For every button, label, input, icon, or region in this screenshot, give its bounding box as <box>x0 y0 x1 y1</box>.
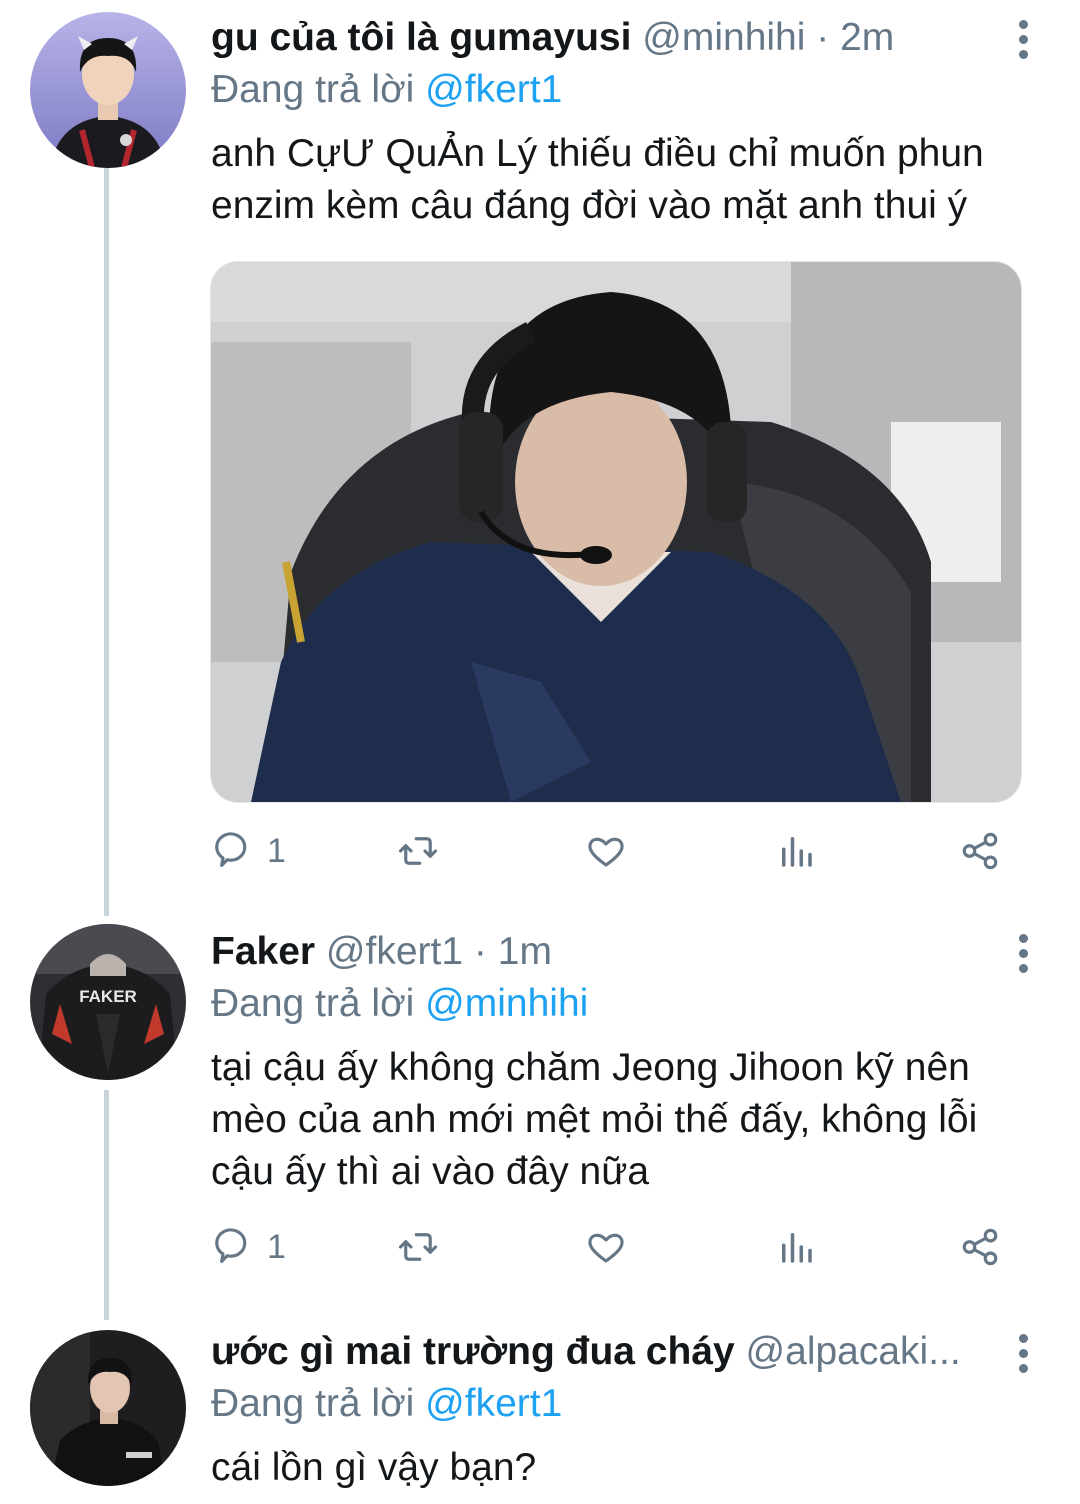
reply-mention[interactable]: @fkert1 <box>425 1382 562 1425</box>
reply-mention[interactable]: @fkert1 <box>425 68 562 111</box>
tweet-text: cái lồn gì vậy bạn? <box>211 1446 537 1489</box>
more-vertical-icon[interactable] <box>1016 20 1030 60</box>
like-button[interactable] <box>585 826 627 876</box>
avatar[interactable] <box>30 1330 186 1486</box>
heart-icon <box>588 837 624 867</box>
reply-icon <box>215 832 247 867</box>
reply-button[interactable]: 1 <box>215 1222 286 1272</box>
analytics-icon <box>782 837 812 867</box>
tweet-header: ước gì mai trường đua cháy @alpacaki... <box>211 1322 990 1382</box>
more-vertical-icon[interactable] <box>1016 1334 1030 1374</box>
separator-dot: · <box>473 930 487 973</box>
retweet-icon <box>398 837 438 865</box>
tweet[interactable]: ước gì mai trường đua cháy @alpacaki... … <box>0 1322 1080 1504</box>
tweet-header: gu của tôi là gumayusi @minhihi · 2m <box>211 8 990 68</box>
reply-count: 1 <box>267 1227 286 1266</box>
reply-context: Đang trả lời @minhihi <box>211 974 588 1034</box>
avatar[interactable]: FAKER <box>30 924 186 1080</box>
reply-context: Đang trả lời @fkert1 <box>211 1374 562 1434</box>
tweet[interactable]: FAKER Faker @fkert1 · 1m Đang trả lời @m… <box>0 922 1080 1292</box>
reply-button[interactable]: 1 <box>215 826 286 876</box>
reply-icon <box>215 1228 247 1263</box>
analytics-button[interactable] <box>775 1222 817 1272</box>
display-name[interactable]: Faker <box>211 930 315 973</box>
timestamp[interactable]: 2m <box>840 16 894 59</box>
display-name[interactable]: gu của tôi là gumayusi <box>211 16 631 59</box>
reply-prefix: Đang trả lời <box>211 1382 415 1425</box>
share-button[interactable] <box>959 826 1001 876</box>
share-button[interactable] <box>959 1222 1001 1272</box>
tweet[interactable]: gu của tôi là gumayusi @minhihi · 2m Đan… <box>0 8 1080 888</box>
retweet-button[interactable] <box>397 826 439 876</box>
separator-dot: · <box>816 16 830 59</box>
tweet-media[interactable] <box>210 261 1022 803</box>
reply-context: Đang trả lời @fkert1 <box>211 60 562 120</box>
action-bar: 1 <box>211 826 1021 876</box>
analytics-button[interactable] <box>775 826 817 876</box>
display-name[interactable]: ước gì mai trường đua cháy <box>211 1330 735 1373</box>
retweet-icon <box>398 1233 438 1261</box>
user-handle[interactable]: @minhihi <box>642 16 805 59</box>
more-vertical-icon[interactable] <box>1016 934 1030 974</box>
user-handle[interactable]: @alpacaki... <box>746 1330 961 1373</box>
tweet-header: Faker @fkert1 · 1m <box>211 922 990 982</box>
analytics-icon <box>782 1233 812 1263</box>
timestamp[interactable]: 1m <box>498 930 552 973</box>
share-icon <box>962 1228 998 1266</box>
retweet-button[interactable] <box>397 1222 439 1272</box>
like-button[interactable] <box>585 1222 627 1272</box>
reply-count: 1 <box>267 831 286 870</box>
action-bar: 1 <box>211 1222 1021 1272</box>
avatar-jacket-text: FAKER <box>79 987 137 1006</box>
user-handle[interactable]: @fkert1 <box>326 930 463 973</box>
avatar[interactable] <box>30 12 186 168</box>
share-icon <box>962 832 998 870</box>
reply-prefix: Đang trả lời <box>211 68 415 111</box>
tweet-text: tại cậu ấy không chăm Jeong Jihoon kỹ nê… <box>211 1046 978 1193</box>
tweet-text: anh CựƯ QuẢn Lý thiếu điều chỉ muốn phun… <box>211 132 984 227</box>
reply-prefix: Đang trả lời <box>211 982 415 1025</box>
heart-icon <box>588 1233 624 1263</box>
reply-mention[interactable]: @minhihi <box>425 982 588 1025</box>
